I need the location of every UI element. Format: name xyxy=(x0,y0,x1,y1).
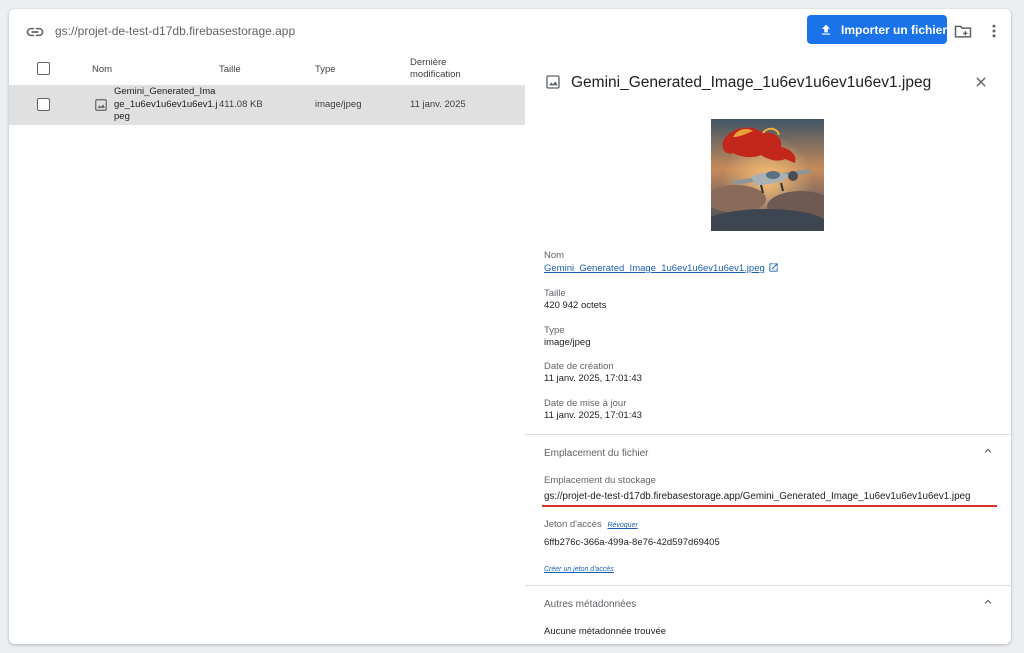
updated-label: Date de mise à jour xyxy=(544,398,627,409)
created-value: 11 janv. 2025, 17:01:43 xyxy=(544,373,642,384)
storage-location-label: Emplacement du stockage xyxy=(544,475,656,486)
select-all-checkbox[interactable] xyxy=(37,62,50,75)
no-metadata-text: Aucune métadonnée trouvée xyxy=(544,626,667,637)
file-table: Nom Taille Type Dernière modification Ge… xyxy=(9,53,525,125)
access-token-label: Jeton d'accès Révoquer xyxy=(544,519,638,530)
name-value: Gemini_Generated_Image_1u6ev1u6ev1u6ev1.… xyxy=(544,262,779,274)
row-file-name[interactable]: Gemini_Generated_Image_1u6ev1u6ev1u6ev1.… xyxy=(114,86,218,124)
divider xyxy=(525,434,1011,435)
chevron-up-icon[interactable] xyxy=(982,445,994,457)
storage-location-value: gs://projet-de-test-d17db.firebasestorag… xyxy=(544,491,971,502)
column-header-name[interactable]: Nom xyxy=(92,64,112,76)
row-file-modified: 11 janv. 2025 xyxy=(410,99,466,110)
table-row[interactable]: Gemini_Generated_Image_1u6ev1u6ev1u6ev1.… xyxy=(9,85,525,125)
file-details-panel: Gemini_Generated_Image_1u6ev1u6ev1u6ev1.… xyxy=(525,53,1011,644)
image-file-icon xyxy=(95,99,107,111)
column-header-type[interactable]: Type xyxy=(315,64,336,76)
close-icon[interactable] xyxy=(974,75,988,89)
upload-file-label: Importer un fichier xyxy=(841,22,948,37)
location-section-title[interactable]: Emplacement du fichier xyxy=(544,448,649,459)
image-preview[interactable] xyxy=(711,119,824,231)
column-header-size[interactable]: Taille xyxy=(219,64,241,76)
size-label: Taille xyxy=(544,288,566,299)
row-file-size: 411.08 KB xyxy=(219,99,263,110)
highlight-underline xyxy=(542,505,997,507)
created-label: Date de création xyxy=(544,361,614,372)
access-token-label-text: Jeton d'accès xyxy=(544,519,602,530)
file-name-link[interactable]: Gemini_Generated_Image_1u6ev1u6ev1u6ev1.… xyxy=(544,263,765,274)
upload-file-button[interactable]: Importer un fichier xyxy=(807,15,947,44)
more-vert-icon[interactable] xyxy=(985,21,1003,41)
chevron-up-icon[interactable] xyxy=(982,596,994,608)
upload-icon xyxy=(821,24,831,35)
image-file-icon xyxy=(546,75,560,89)
type-value: image/jpeg xyxy=(544,337,591,348)
divider xyxy=(525,585,1011,586)
open-in-new-icon[interactable] xyxy=(768,262,779,273)
create-folder-icon[interactable] xyxy=(953,21,973,41)
name-label: Nom xyxy=(544,250,565,261)
create-token-link[interactable]: Créer un jeton d'accès xyxy=(544,566,614,573)
storage-browser: gs://projet-de-test-d17db.firebasestorag… xyxy=(9,9,1011,644)
bucket-path: gs://projet-de-test-d17db.firebasestorag… xyxy=(55,24,296,38)
metadata-section-title[interactable]: Autres métadonnées xyxy=(544,599,636,610)
revoke-token-link[interactable]: Révoquer xyxy=(607,522,637,529)
column-header-modified[interactable]: Dernière modification xyxy=(410,57,480,81)
type-label: Type xyxy=(544,325,565,336)
size-value: 420 942 octets xyxy=(544,300,607,311)
row-file-type: image/jpeg xyxy=(315,99,362,110)
topbar: gs://projet-de-test-d17db.firebasestorag… xyxy=(9,9,1011,53)
row-checkbox[interactable] xyxy=(37,98,50,111)
table-header: Nom Taille Type Dernière modification xyxy=(9,53,525,85)
access-token-value: 6ffb276c-366a-499a-8e76-42d597d69405 xyxy=(544,537,720,548)
link-icon[interactable] xyxy=(25,22,45,42)
panel-title: Gemini_Generated_Image_1u6ev1u6ev1u6ev1.… xyxy=(571,74,932,91)
updated-value: 11 janv. 2025, 17:01:43 xyxy=(544,410,642,421)
